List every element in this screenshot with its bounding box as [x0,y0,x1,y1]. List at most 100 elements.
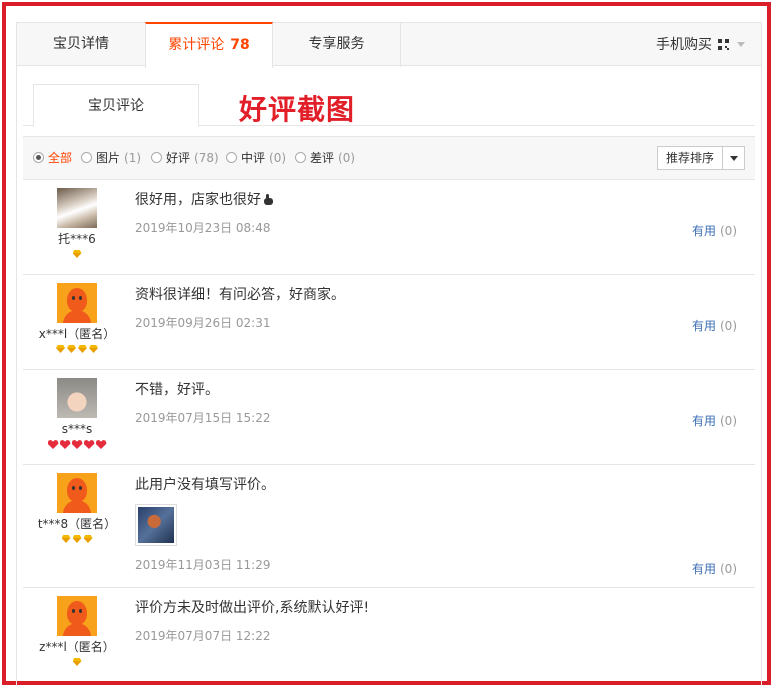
review-body: 此用户没有填写评价。 2019年11月03日 11:29 [135,465,735,573]
reviewer-level [23,440,131,450]
reviewer: z***l（匿名） [23,588,131,668]
review-text: 不错，好评。 [135,382,219,398]
filter-good[interactable]: 好评 (78) [151,137,219,179]
chevron-down-icon[interactable] [722,147,744,169]
review-body: 资料很详细！有问必答，好商家。 2019年09月26日 02:31 [135,275,735,331]
reviewer-name: t***8（匿名） [37,517,117,531]
mobile-buy-button[interactable]: 手机购买 [656,23,745,67]
diamond-icon [73,658,82,666]
useful-label: 有用 [691,562,716,576]
useful-count: (0) [720,224,737,238]
avatar[interactable] [57,188,97,228]
review-date: 2019年07月15日 15:22 [135,411,271,425]
filter-mid-label: 中评 [241,151,266,165]
reviewer: s***s [23,370,131,450]
review-photo-thumbnail[interactable] [135,504,177,546]
filter-pictures-label: 图片 [96,151,121,165]
reviewer-name: z***l（匿名） [39,640,115,654]
reviewer-level [23,250,131,260]
useful-label: 有用 [691,319,716,333]
useful-count: (0) [720,414,737,428]
annotation-label: 好评截图 [239,93,356,126]
useful-button[interactable]: 有用 (0) [692,560,737,577]
diamond-icon [62,535,71,543]
filter-all-label: 全部 [48,151,73,165]
review-date: 2019年09月26日 02:31 [135,316,271,330]
useful-count: (0) [720,562,737,576]
radio-icon [295,152,306,163]
review-item: z***l（匿名） 评价方未及时做出评价,系统默认好评! 2019年07月07日… [23,588,755,683]
sort-select[interactable]: 推荐排序 [657,146,745,170]
sort-label: 推荐排序 [666,151,715,165]
radio-icon [226,152,237,163]
filter-bad-count: (0) [338,151,356,165]
filter-pictures[interactable]: 图片 (1) [81,137,141,179]
reviewer: 托***6 [23,180,131,260]
tab-reviews-count: 78 [230,37,250,53]
review-body: 很好用，店家也很好 2019年10月23日 08:48 [135,180,735,236]
default-avatar[interactable] [57,473,97,513]
useful-label: 有用 [691,224,716,238]
useful-count: (0) [720,319,737,333]
reviewer-name: s***s [61,422,93,436]
review-text-content: 很好用，店家也很好 [135,192,261,208]
diamond-icon [84,535,93,543]
filter-bar: 全部 图片 (1) 好评 (78) 中评 (0) 差评 (0) 推荐排序 [23,136,755,180]
heart-icon [84,440,95,449]
review-date: 2019年07月07日 12:22 [135,629,271,643]
avatar[interactable] [57,378,97,418]
filter-pictures-count: (1) [124,151,142,165]
filter-bad-label: 差评 [310,151,335,165]
review-item: 托***6 很好用，店家也很好 2019年10月23日 08:48 有用 (0) [23,180,755,275]
review-text: 此用户没有填写评价。 [135,477,275,493]
filter-all[interactable]: 全部 [33,137,72,179]
radio-icon [151,152,162,163]
tab-reviews[interactable]: 累计评论 78 [145,22,273,68]
mobile-buy-label: 手机购买 [656,37,712,53]
review-item: t***8（匿名） 此用户没有填写评价。 2019年11月03日 11:29 有… [23,465,755,588]
review-item: s***s 不错，好评。 2019年07月15日 15:22 有用 (0) [23,370,755,465]
sub-tab-bar: 宝贝评论 好评截图 [23,84,755,127]
subtab-item-reviews[interactable]: 宝贝评论 [33,84,199,127]
diamond-icon [73,535,82,543]
radio-icon [81,152,92,163]
heart-icon [48,440,59,449]
filter-mid[interactable]: 中评 (0) [226,137,286,179]
filter-bad[interactable]: 差评 (0) [295,137,355,179]
reviews-panel: 宝贝评论 好评截图 全部 图片 (1) 好评 (78) 中评 (0) 差评 (0) 推荐… [16,66,762,685]
review-text: 资料很详细！有问必答，好商家。 [135,287,345,303]
reviewer-level [23,658,131,668]
review-date: 2019年10月23日 08:48 [135,221,271,235]
reviewer-level [23,345,131,355]
review-date: 2019年11月03日 11:29 [135,558,271,572]
tab-service[interactable]: 专享服务 [273,22,401,67]
tab-item-detail[interactable]: 宝贝详情 [17,22,145,67]
useful-button[interactable]: 有用 (0) [692,317,737,334]
qr-code-icon [718,39,729,50]
review-text: 很好用，店家也很好 [135,191,735,209]
heart-icon [96,440,107,449]
chevron-down-icon [737,42,745,47]
useful-button[interactable]: 有用 (0) [692,222,737,239]
default-avatar[interactable] [57,283,97,323]
default-avatar[interactable] [57,596,97,636]
review-body: 不错，好评。 2019年07月15日 15:22 [135,370,735,426]
diamond-icon [56,345,65,353]
useful-label: 有用 [691,414,716,428]
screenshot-frame: 宝贝详情 累计评论 78 专享服务 手机购买 宝贝评论 好评截图 全部 图片 (1)… [2,2,771,685]
filter-good-label: 好评 [166,151,191,165]
review-text: 评价方未及时做出评价,系统默认好评! [135,600,370,616]
filter-mid-count: (0) [269,151,287,165]
thumbs-up-icon [263,194,273,205]
tab-reviews-label: 累计评论 [168,37,225,53]
reviewer-name: 托***6 [58,232,96,246]
reviewer-name: x***l（匿名） [38,327,116,341]
diamond-icon [78,345,87,353]
radio-icon [33,152,44,163]
diamond-icon [73,250,82,258]
reviewer: x***l（匿名） [23,275,131,355]
top-tab-bar: 宝贝详情 累计评论 78 专享服务 手机购买 [16,22,762,68]
reviewer-level [23,535,131,545]
diamond-icon [89,345,98,353]
useful-button[interactable]: 有用 (0) [692,412,737,429]
